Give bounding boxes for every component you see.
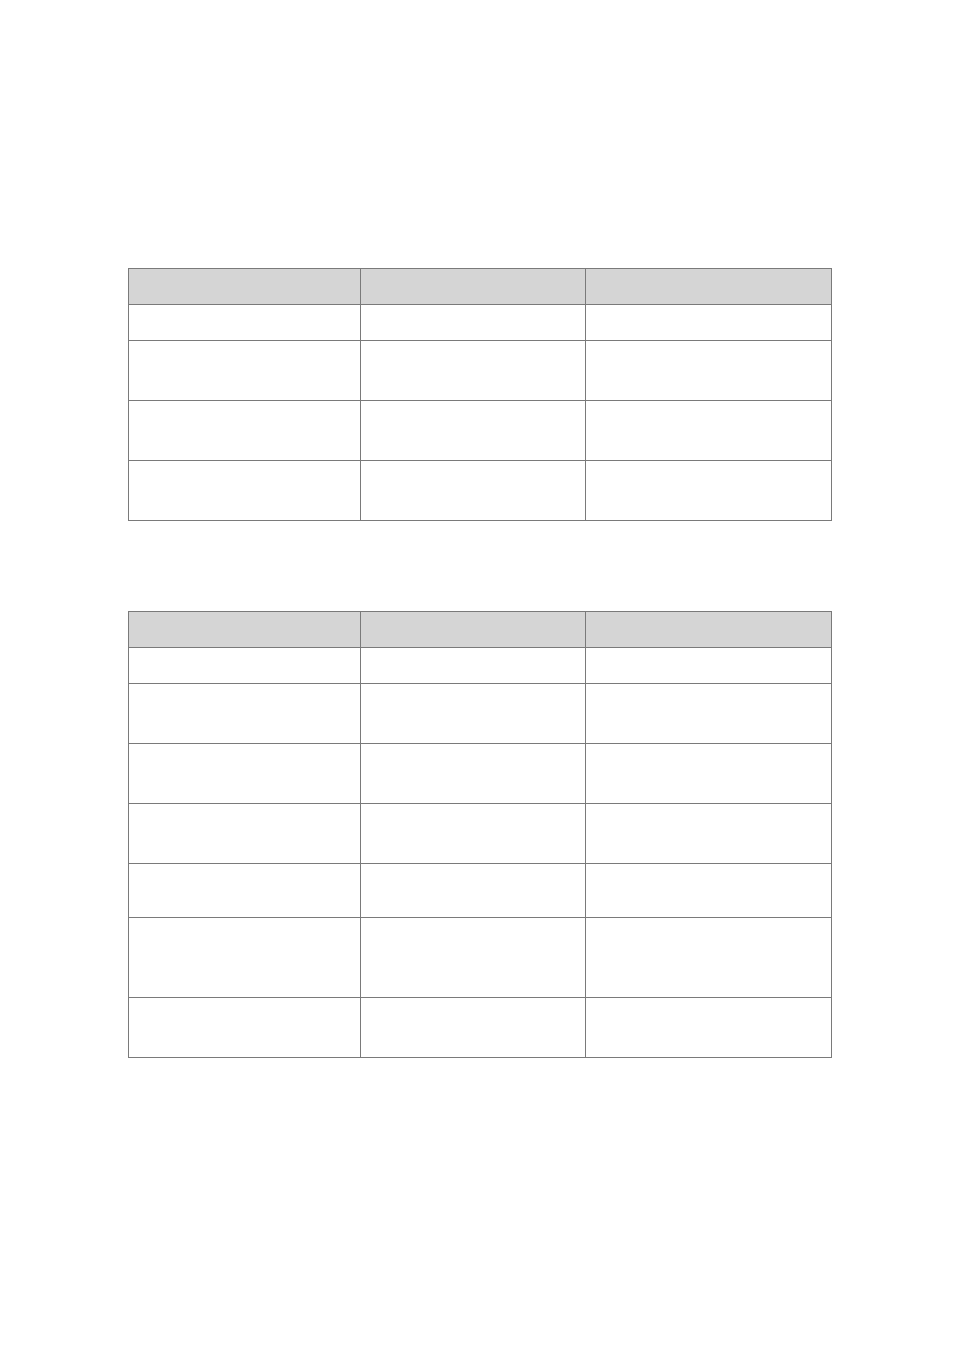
table-2-cell — [129, 998, 361, 1058]
table-1-cell — [585, 461, 831, 521]
table-1-cell — [129, 401, 361, 461]
table-2-cell — [585, 648, 831, 684]
table-2-cell — [129, 648, 361, 684]
table-2-cell — [129, 744, 361, 804]
table-2-cell — [129, 918, 361, 998]
table-2-cell — [129, 804, 361, 864]
table-1-cell — [360, 341, 585, 401]
table-2-row — [129, 684, 832, 744]
table-1-header-cell — [585, 269, 831, 305]
table-1-cell — [129, 305, 361, 341]
table-2-cell — [585, 864, 831, 918]
table-1-cell — [585, 401, 831, 461]
table-1-cell — [585, 305, 831, 341]
table-2-cell — [585, 804, 831, 864]
table-1-header-cell — [360, 269, 585, 305]
table-2-cell — [360, 918, 585, 998]
table-1-row — [129, 461, 832, 521]
table-2-row — [129, 744, 832, 804]
table-2-row — [129, 864, 832, 918]
table-1-cell — [360, 401, 585, 461]
table-1-cell — [360, 305, 585, 341]
table-2-cell — [129, 684, 361, 744]
table-1-row — [129, 341, 832, 401]
table-1-cell — [129, 341, 361, 401]
table-2-row — [129, 998, 832, 1058]
table-2-cell — [360, 804, 585, 864]
table-1-cell — [360, 461, 585, 521]
table-2-row — [129, 918, 832, 998]
table-2-cell — [360, 998, 585, 1058]
table-2-cell — [585, 918, 831, 998]
table-2-row — [129, 804, 832, 864]
table-2-cell — [585, 684, 831, 744]
table-2-row — [129, 648, 832, 684]
table-1-cell — [585, 341, 831, 401]
table-gap — [128, 521, 832, 611]
table-2-cell — [360, 744, 585, 804]
page-content — [128, 268, 832, 1058]
table-2-cell — [360, 648, 585, 684]
table-2-cell — [360, 684, 585, 744]
table-1-row — [129, 305, 832, 341]
table-1-cell — [129, 461, 361, 521]
table-1-header-cell — [129, 269, 361, 305]
table-2-header-cell — [129, 612, 361, 648]
table-2 — [128, 611, 832, 1058]
table-1-row — [129, 401, 832, 461]
table-2-cell — [585, 998, 831, 1058]
table-2-cell — [360, 864, 585, 918]
table-2-cell — [585, 744, 831, 804]
table-2-cell — [129, 864, 361, 918]
table-2-header-cell — [360, 612, 585, 648]
table-1 — [128, 268, 832, 521]
table-2-header-row — [129, 612, 832, 648]
table-1-header-row — [129, 269, 832, 305]
table-2-header-cell — [585, 612, 831, 648]
